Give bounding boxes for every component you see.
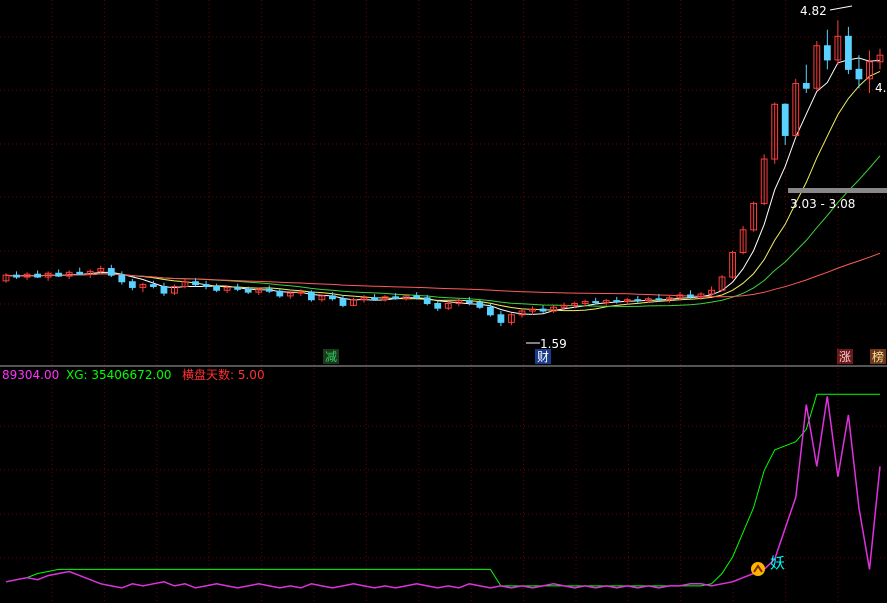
candle-body	[118, 274, 126, 283]
candle-body	[34, 273, 41, 278]
candle-body	[13, 274, 20, 278]
candle-body	[150, 284, 157, 287]
indicator-legend-xg: XG: 35406672.00	[66, 368, 172, 382]
badge-rise: 涨	[837, 349, 853, 364]
annotation-high: 4.82	[800, 4, 827, 18]
candle-body	[55, 272, 63, 277]
svg-text:减: 减	[325, 350, 337, 364]
svg-text:涨: 涨	[839, 349, 851, 364]
candle-body	[329, 295, 336, 300]
candle-body	[687, 294, 694, 298]
indicator-series	[5, 393, 881, 589]
moving-average-lines	[5, 57, 881, 315]
chevron-up-icon	[751, 562, 765, 576]
candle-body	[213, 285, 220, 291]
candle-body	[371, 297, 378, 301]
annotation-range: 3.03 - 3.08	[790, 197, 855, 211]
candle-body	[202, 284, 210, 287]
candle-body	[434, 302, 442, 309]
candle-body	[265, 288, 273, 292]
range-band	[788, 188, 887, 193]
candle-body	[307, 291, 315, 301]
badge-ranking: 榜	[870, 349, 886, 364]
candle-body	[297, 291, 305, 294]
candle-body	[413, 295, 421, 299]
indicator-legend-value: 89304.00	[2, 368, 59, 382]
annotation-low: 1.59	[540, 337, 567, 351]
candle-body	[192, 281, 199, 286]
indicator-legend-days: 横盘天数: 5.00	[182, 367, 265, 382]
candle-body	[845, 35, 852, 70]
candlestick-series	[2, 20, 884, 327]
candle-body	[802, 83, 810, 89]
candle-body	[234, 286, 242, 290]
candle-body	[486, 306, 494, 316]
candle-body	[339, 298, 347, 306]
candle-body	[244, 288, 252, 293]
annotation-right-value: 4.	[875, 81, 886, 95]
candle-body	[655, 298, 663, 301]
candle-body	[476, 302, 484, 308]
ma20-line	[5, 155, 881, 308]
marker-label: 妖	[770, 554, 785, 572]
ma10-line	[5, 70, 881, 312]
annotation-high-arrow	[829, 5, 853, 11]
candle-body	[497, 314, 505, 323]
svg-text:财: 财	[537, 350, 549, 364]
candle-body	[76, 271, 84, 275]
candle-body	[392, 296, 400, 300]
candle-body	[613, 300, 621, 303]
candle-body	[276, 290, 284, 297]
xg-line	[5, 393, 880, 587]
svg-text:榜: 榜	[872, 349, 884, 364]
candle-body	[592, 301, 600, 304]
candle-body	[128, 281, 136, 288]
badge-reduce: 减	[323, 349, 339, 364]
stock-chart: 4.82 3.03 - 3.08 4. 1.59 减 财 涨 榜 89304.0…	[0, 0, 887, 603]
candle-body	[634, 299, 642, 302]
candle-body	[855, 68, 863, 80]
candle-body	[539, 308, 547, 312]
candle-body	[107, 268, 115, 276]
candle-body	[160, 285, 168, 294]
candle-body	[423, 297, 431, 304]
oscillator-line	[5, 396, 881, 589]
candle-body	[465, 300, 473, 304]
candle-body	[781, 103, 789, 136]
candle-body	[823, 45, 831, 61]
badge-finance: 财	[535, 349, 551, 364]
